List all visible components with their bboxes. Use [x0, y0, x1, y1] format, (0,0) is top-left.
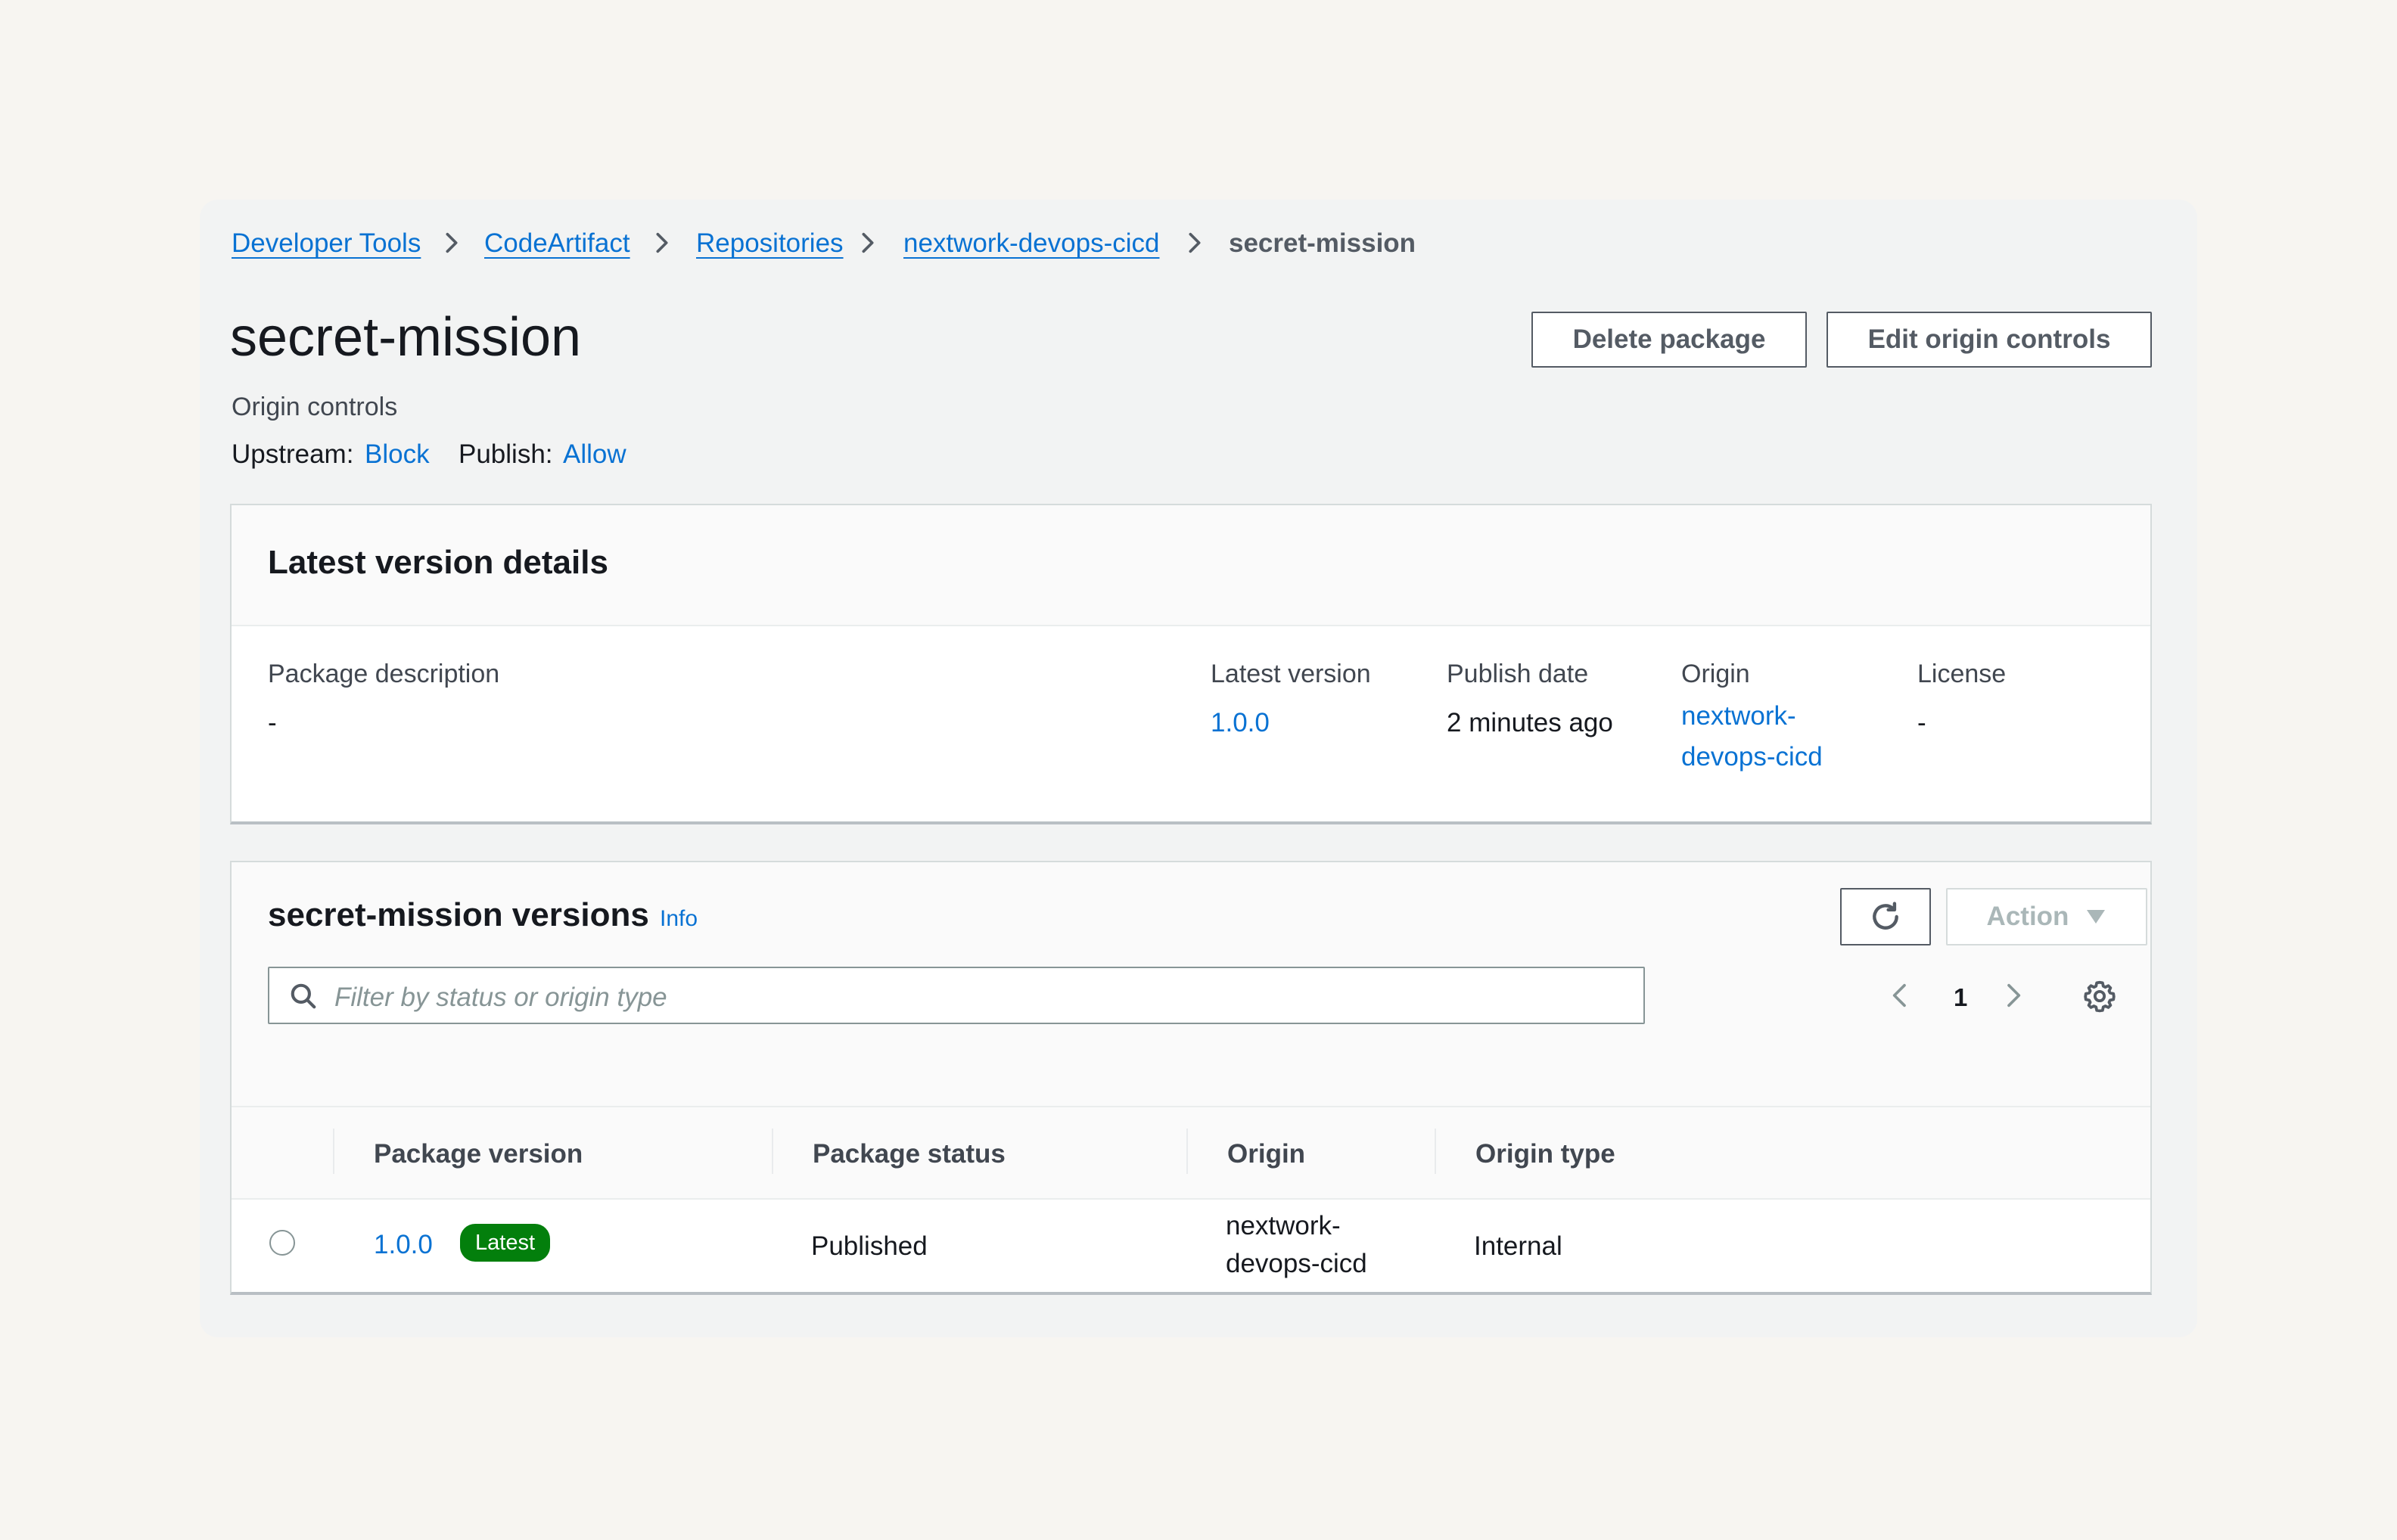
publish-label: Publish:	[459, 439, 553, 469]
page-title: secret-mission	[230, 307, 582, 368]
breadcrumb-codeartifact[interactable]: CodeArtifact	[484, 230, 630, 256]
license-label: License	[1917, 660, 2007, 688]
chevron-right-icon	[862, 232, 874, 253]
column-origin[interactable]: Origin	[1227, 1141, 1305, 1167]
table-row[interactable]: 1.0.0 Latest Published nextwork-devops-c…	[232, 1198, 2150, 1292]
versions-header: secret-mission versions Info Action Filt…	[232, 862, 2150, 1106]
versions-panel: secret-mission versions Info Action Filt…	[230, 861, 2152, 1295]
search-input[interactable]: Filter by status or origin type	[268, 967, 1645, 1024]
package-description-label: Package description	[268, 660, 500, 688]
breadcrumb-repository[interactable]: nextwork-devops-cicd	[903, 230, 1159, 256]
column-separator	[1435, 1129, 1436, 1174]
latest-badge: Latest	[460, 1224, 550, 1262]
latest-version-label: Latest version	[1211, 660, 1371, 688]
latest-version-link[interactable]: 1.0.0	[1211, 709, 1270, 736]
breadcrumb-developer-tools[interactable]: Developer Tools	[232, 230, 421, 256]
origin-controls-label: Origin controls	[232, 393, 398, 421]
column-separator	[772, 1129, 773, 1174]
action-label: Action	[1986, 902, 2069, 931]
origin-label: Origin	[1681, 660, 1750, 688]
upstream-label: Upstream:	[232, 439, 354, 469]
column-origin-type[interactable]: Origin type	[1475, 1141, 1615, 1167]
search-icon	[291, 983, 316, 1009]
chevron-right-icon	[656, 232, 668, 253]
caret-down-icon	[2087, 910, 2106, 924]
origin-type-value: Internal	[1474, 1231, 1562, 1261]
publish-value[interactable]: Allow	[563, 441, 626, 467]
publish-date-value: 2 minutes ago	[1447, 708, 1613, 737]
page-container: Developer Tools CodeArtifact Repositorie…	[200, 200, 2197, 1337]
upstream-value[interactable]: Block	[365, 441, 430, 467]
gear-icon[interactable]	[2082, 979, 2117, 1014]
search-placeholder: Filter by status or origin type	[334, 983, 667, 1012]
breadcrumb-current: secret-mission	[1229, 228, 1416, 258]
origin-link[interactable]: nextwork-devops-cicd	[1681, 696, 1840, 778]
chevron-right-icon	[446, 232, 458, 253]
package-description-value: -	[268, 708, 277, 737]
details-title: Latest version details	[268, 544, 608, 581]
panel-header: Latest version details	[232, 505, 2150, 626]
page-number[interactable]: 1	[1954, 983, 1967, 1012]
package-status-value: Published	[811, 1231, 928, 1261]
column-separator	[1186, 1129, 1188, 1174]
delete-package-button[interactable]: Delete package	[1531, 312, 1807, 368]
version-link[interactable]: 1.0.0	[374, 1231, 433, 1258]
edit-origin-controls-button[interactable]: Edit origin controls	[1827, 312, 2152, 368]
chevron-right-icon[interactable]	[1998, 980, 2028, 1011]
origin-value: nextwork-devops-cicd	[1226, 1211, 1367, 1278]
column-separator	[333, 1129, 334, 1174]
chevron-right-icon	[1189, 232, 1201, 253]
table-header: Package version Package status Origin Or…	[232, 1106, 2150, 1200]
chevron-left-icon[interactable]	[1886, 980, 1916, 1011]
row-select-radio[interactable]	[269, 1230, 295, 1256]
refresh-icon	[1873, 902, 1898, 930]
breadcrumb-repositories[interactable]: Repositories	[696, 230, 844, 256]
info-link[interactable]: Info	[660, 908, 698, 930]
license-value: -	[1917, 708, 1926, 737]
column-package-status[interactable]: Package status	[813, 1141, 1006, 1167]
refresh-button[interactable]	[1840, 888, 1931, 945]
publish-date-label: Publish date	[1447, 660, 1589, 688]
versions-title: secret-mission versions	[268, 896, 649, 933]
latest-version-details-panel: Latest version details Package descripti…	[230, 504, 2152, 824]
column-package-version[interactable]: Package version	[374, 1141, 583, 1167]
action-dropdown[interactable]: Action	[1946, 888, 2147, 945]
